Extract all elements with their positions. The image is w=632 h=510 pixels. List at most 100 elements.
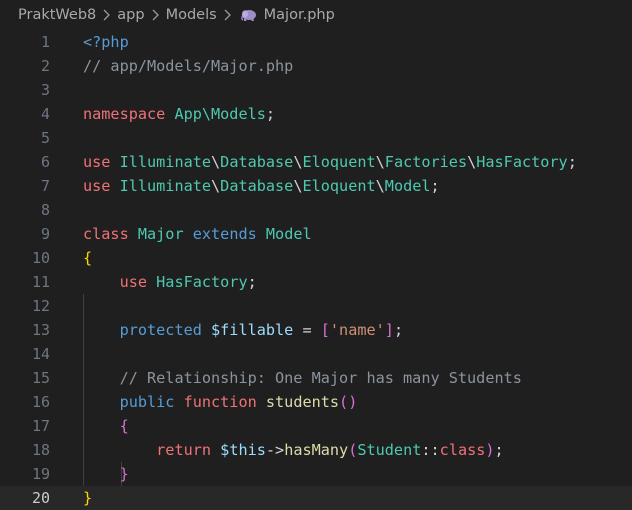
code-line[interactable]: 5 [0,126,632,150]
breadcrumb-folder-app[interactable]: app [117,7,144,23]
line-number: 18 [31,441,50,459]
code-text: use HasFactory; [83,270,257,294]
code-token: { [83,249,93,267]
code-token: ; [265,105,276,123]
code-token: students [265,393,340,411]
code-token: ; [430,177,440,195]
code-token: class [83,225,138,243]
code-token: \ [211,153,221,171]
line-number: 1 [40,33,50,51]
code-line[interactable]: 20} [0,486,632,510]
line-number: 8 [40,201,50,219]
code-line[interactable]: 15 // Relationship: One Major has many S… [0,366,632,390]
code-token: HasFactory [156,273,248,291]
code-token: \ [375,177,385,195]
code-line[interactable]: 13 protected $fillable = ['name']; [0,318,632,342]
breadcrumb: PraktWeb8 app Models Major.php [0,0,632,30]
code-line[interactable]: 17 { [0,414,632,438]
line-number: 5 [40,129,50,147]
chevron-right-icon [223,9,232,21]
breadcrumb-file[interactable]: Major.php [264,7,335,23]
code-token: [ [320,321,330,339]
code-text: use Illuminate\Database\Eloquent\Model; [83,174,440,198]
code-line[interactable]: 7 use Illuminate\Database\Eloquent\Model; [0,174,632,198]
code-token: ) [485,441,495,459]
code-line[interactable]: 14 [0,342,632,366]
code-line[interactable]: 11 use HasFactory; [0,270,632,294]
code-token: $fillable [211,321,294,339]
code-text: protected $fillable = ['name']; [83,318,404,342]
line-number: 19 [31,465,50,483]
code-token: ; [247,273,257,291]
code-line[interactable]: 8 [0,198,632,222]
code-line[interactable]: 12 [0,294,632,318]
code-text: } [83,462,129,486]
line-number: 20 [31,489,50,507]
code-token: Eloquent [302,153,376,171]
code-token: Major [137,225,193,243]
line-number: 6 [40,153,50,171]
line-number: 16 [31,393,50,411]
code-line[interactable]: 18 return $this->hasMany(Student::class)… [0,438,632,462]
code-token: ; [567,153,577,171]
code-token: hasMany [284,441,349,459]
code-token: Database [220,177,294,195]
code-token: \ [467,153,477,171]
code-token: // app/Models/Major.php [83,57,294,75]
line-number: 17 [31,417,50,435]
chevron-right-icon [151,9,160,21]
code-token: -> [265,441,285,459]
code-token: extends [192,225,266,243]
code-token: } [83,489,93,507]
code-token: Illuminate [119,153,212,171]
code-text: { [83,246,92,270]
line-number: 12 [31,297,50,315]
code-line[interactable]: 4 namespace App\Models; [0,102,632,126]
code-line[interactable]: 6 use Illuminate\Database\Eloquent\Factor… [0,150,632,174]
code-token: 'name' [329,321,385,339]
code-token: $this [220,441,266,459]
code-token: <?php [83,33,129,51]
code-editor[interactable]: 1 <?php 2 // app/Models/Major.php 3 4 namespac… [0,30,632,510]
line-number: 13 [31,321,50,339]
code-text: return $this->hasMany(Student::class); [83,438,504,462]
code-line[interactable]: 16 public function students() [0,390,632,414]
line-number: 9 [40,225,50,243]
code-token: use [83,177,120,195]
code-text: <?php [83,30,129,54]
code-text: use Illuminate\Database\Eloquent\Factori… [83,150,577,174]
code-token: \ [211,177,221,195]
code-token: \ [375,153,385,171]
code-token: public [119,393,184,411]
code-text: namespace App\Models; [83,102,275,126]
breadcrumb-folder-models[interactable]: Models [166,7,217,23]
code-token: App\Models [174,105,266,123]
code-text: class Major extends Model [83,222,312,246]
code-text: } [83,486,92,510]
code-token: Eloquent [302,177,376,195]
code-line[interactable]: 9 class Major extends Model [0,222,632,246]
code-text: { [83,414,129,438]
code-line[interactable]: 1 <?php [0,30,632,54]
code-line[interactable]: 3 [0,78,632,102]
code-token: // Relationship: One Major has many Stud… [119,369,522,387]
code-token: Factories [384,153,468,171]
code-token: Model [384,177,431,195]
line-number: 4 [40,105,50,123]
code-line[interactable]: 19 } [0,462,632,486]
line-number: 7 [40,177,50,195]
code-line[interactable]: 2 // app/Models/Major.php [0,54,632,78]
code-token: ; [494,441,504,459]
breadcrumb-project[interactable]: PraktWeb8 [18,7,96,23]
code-text: // app/Models/Major.php [83,54,293,78]
code-line[interactable]: 10 { [0,246,632,270]
code-token: function [183,393,266,411]
line-number: 3 [40,81,50,99]
code-token: { [119,417,129,435]
